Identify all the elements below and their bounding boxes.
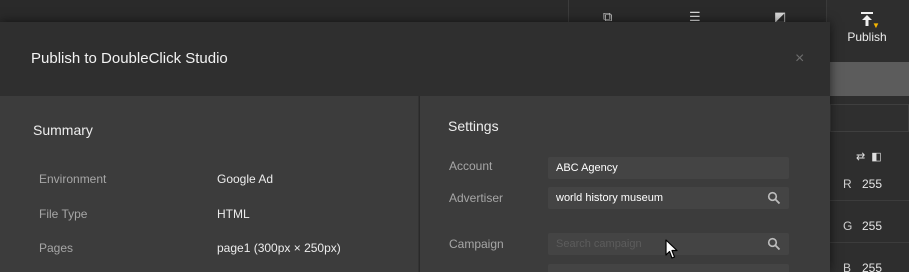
publish-upload-icon: ▼ bbox=[852, 12, 882, 30]
mouse-pointer-icon bbox=[665, 239, 678, 259]
color-channel-b[interactable]: B 255 bbox=[836, 254, 909, 272]
divider bbox=[830, 242, 909, 243]
divider bbox=[830, 200, 909, 201]
channel-value[interactable]: 255 bbox=[856, 212, 882, 240]
environment-label: Environment bbox=[39, 172, 107, 186]
channel-label: G bbox=[843, 219, 853, 233]
campaign-label: Campaign bbox=[449, 237, 504, 251]
dialog-title: Publish to DoubleClick Studio bbox=[31, 50, 228, 67]
publish-button[interactable]: ▼ Publish bbox=[833, 8, 901, 58]
settings-title: Settings bbox=[448, 118, 499, 134]
account-input[interactable] bbox=[548, 157, 763, 179]
color-channel-r[interactable]: R 255 bbox=[836, 170, 909, 198]
summary-title: Summary bbox=[33, 122, 93, 138]
toolbar-divider bbox=[568, 0, 569, 22]
dialog-header: Publish to DoubleClick Studio × bbox=[0, 22, 830, 96]
close-icon[interactable]: × bbox=[795, 50, 804, 68]
publish-label: Publish bbox=[847, 30, 887, 44]
account-label: Account bbox=[449, 159, 493, 173]
channel-value[interactable]: 255 bbox=[856, 254, 882, 272]
environment-value: Google Ad bbox=[217, 172, 274, 186]
next-field[interactable] bbox=[548, 264, 789, 272]
background-toolbar bbox=[0, 0, 909, 22]
channel-value[interactable]: 255 bbox=[856, 170, 882, 198]
advertiser-input[interactable] bbox=[548, 187, 763, 209]
search-icon[interactable] bbox=[767, 191, 781, 205]
publish-dropdown-caret-icon: ▼ bbox=[872, 21, 880, 30]
summary-panel: Summary Environment Google Ad File Type … bbox=[0, 96, 418, 272]
pages-label: Pages bbox=[39, 241, 74, 255]
search-icon[interactable] bbox=[767, 237, 781, 251]
side-panel-header bbox=[830, 62, 909, 96]
color-channel-g[interactable]: G 255 bbox=[836, 212, 909, 240]
channel-label: B bbox=[843, 261, 852, 272]
pages-value: page1 (300px × 250px) bbox=[217, 241, 341, 255]
swap-colors-icon[interactable]: ⇄◧ bbox=[856, 150, 888, 163]
file-type-label: File Type bbox=[39, 207, 88, 221]
campaign-input[interactable] bbox=[548, 233, 763, 255]
app-window: ⧉ ☰ ◩ ▼ Publish ⇄◧ R 255 G 255 B 255 Publis… bbox=[0, 0, 909, 272]
advertiser-field[interactable] bbox=[548, 187, 789, 209]
channel-label: R bbox=[843, 177, 852, 191]
side-panel-field[interactable] bbox=[830, 104, 909, 132]
account-field[interactable] bbox=[548, 157, 789, 179]
advertiser-label: Advertiser bbox=[449, 191, 504, 205]
file-type-value: HTML bbox=[217, 207, 250, 221]
